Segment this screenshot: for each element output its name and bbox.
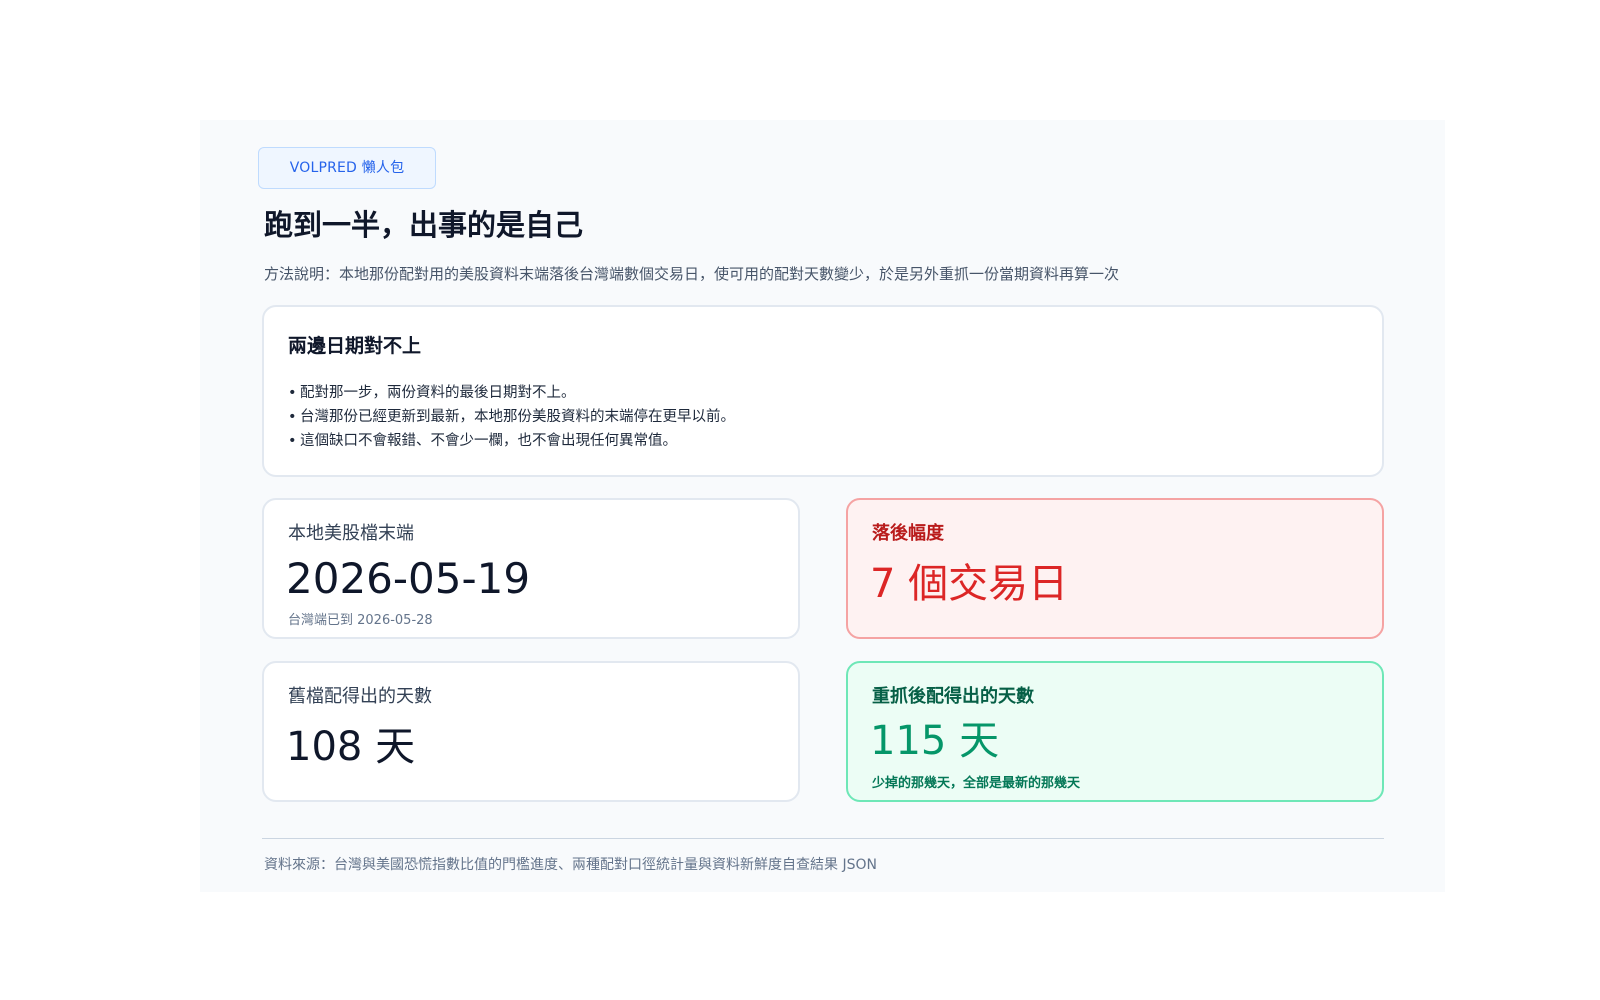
footer-divider xyxy=(262,838,1384,839)
stat-value: 115 天 xyxy=(870,718,1000,764)
stat-label: 落後幅度 xyxy=(872,523,944,544)
method-description: 方法說明：本地那份配對用的美股資料末端落後台灣端數個交易日，使可用的配對天數變少… xyxy=(264,265,1120,283)
bullet-text: 台灣那份已經更新到最新，本地那份美股資料的末端停在更早以前。 xyxy=(300,409,735,425)
bullet-icon: • xyxy=(288,385,297,401)
summary-bullet-list: • 配對那一步，兩份資料的最後日期對不上。 • 台灣那份已經更新到最新，本地那份美股… xyxy=(288,381,735,453)
category-badge: VOLPRED 懶人包 xyxy=(258,147,436,189)
local-end-date-card: 本地美股檔末端 2026-05-19 台灣端已到 2026-05-28 xyxy=(262,498,800,639)
bullet-text: 配對那一步，兩份資料的最後日期對不上。 xyxy=(300,385,576,401)
stat-value: 108 天 xyxy=(286,724,416,770)
stat-label: 舊檔配得出的天數 xyxy=(288,686,432,707)
lag-card: 落後幅度 7 個交易日 xyxy=(846,498,1384,639)
stat-note: 少掉的那幾天，全部是最新的那幾天 xyxy=(872,776,1081,791)
refetched-days-card: 重抓後配得出的天數 115 天 少掉的那幾天，全部是最新的那幾天 xyxy=(846,661,1384,802)
bullet-icon: • xyxy=(288,433,297,449)
stat-label: 重抓後配得出的天數 xyxy=(872,686,1034,707)
stat-value: 2026-05-19 xyxy=(286,554,531,603)
list-item: • 配對那一步，兩份資料的最後日期對不上。 xyxy=(288,381,735,405)
bullet-text: 這個缺口不會報錯、不會少一欄，也不會出現任何異常值。 xyxy=(300,433,677,449)
old-file-days-card: 舊檔配得出的天數 108 天 xyxy=(262,661,800,802)
stat-note: 台灣端已到 2026-05-28 xyxy=(288,613,433,628)
data-source-footer: 資料來源：台灣與美國恐慌指數比值的門檻進度、兩種配對口徑統計量與資料新鮮度自查結… xyxy=(264,857,877,873)
stat-label: 本地美股檔末端 xyxy=(288,523,414,544)
bullet-icon: • xyxy=(288,409,297,425)
report-panel: VOLPRED 懶人包 跑到一半，出事的是自己 方法說明：本地那份配對用的美股資… xyxy=(200,120,1445,892)
summary-card-heading: 兩邊日期對不上 xyxy=(288,335,422,357)
list-item: • 這個缺口不會報錯、不會少一欄，也不會出現任何異常值。 xyxy=(288,429,735,453)
page-title: 跑到一半，出事的是自己 xyxy=(264,208,584,242)
stat-value: 7 個交易日 xyxy=(870,561,1069,607)
list-item: • 台灣那份已經更新到最新，本地那份美股資料的末端停在更早以前。 xyxy=(288,405,735,429)
summary-card: 兩邊日期對不上 • 配對那一步，兩份資料的最後日期對不上。 • 台灣那份已經更新到最… xyxy=(262,305,1384,477)
